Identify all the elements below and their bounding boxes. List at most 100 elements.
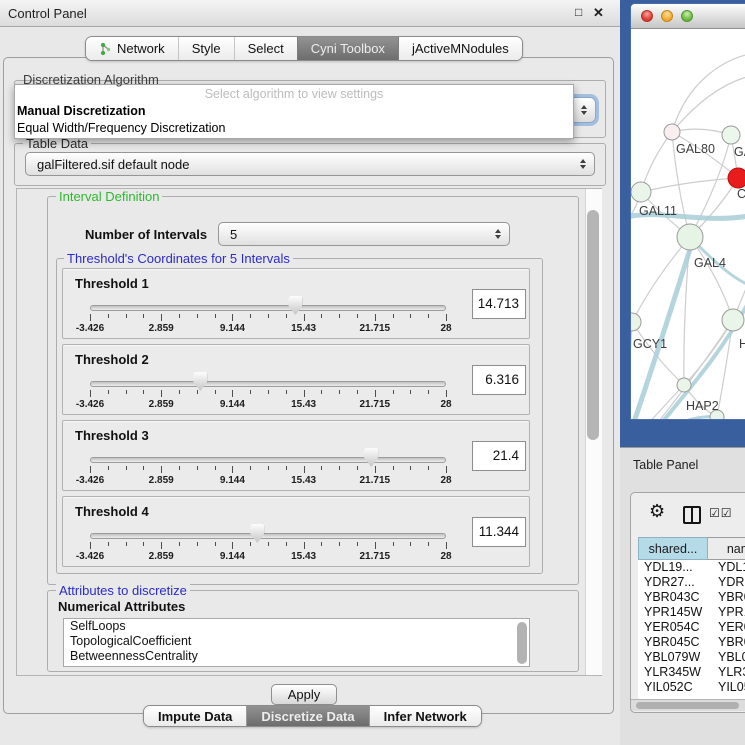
tick-mark (446, 542, 447, 549)
tab-cyni-toolbox[interactable]: Cyni Toolbox (297, 37, 398, 60)
slider-ticks (90, 542, 446, 551)
tick-mark (215, 390, 216, 394)
tick-label: 15.43 (291, 323, 316, 334)
tick-mark (108, 390, 109, 394)
combo-stepper-icon (495, 229, 501, 239)
threshold-2-slider-thumb[interactable] (193, 372, 207, 391)
table-row[interactable]: YIL052CYIL052C (638, 680, 745, 695)
table-data-combobox[interactable]: galFiltered.sif default node (25, 152, 595, 176)
tick-mark (268, 542, 269, 546)
popup-option-equal-width-frequency[interactable]: Equal Width/Frequency Discretization (15, 120, 573, 137)
network-window-titlebar[interactable] (631, 4, 745, 29)
list-scrollbar-thumb[interactable] (517, 622, 527, 664)
table-panel: Table Panel ⚙ ☑☑ shared... name YDL19...… (620, 447, 745, 745)
tick-mark (410, 390, 411, 394)
tab-label: Select (248, 41, 284, 56)
node-label-gal80: GAL80 (676, 142, 715, 156)
tick-mark (321, 314, 322, 318)
slider-tick-labels: -3.4262.8599.14415.4321.71528 (90, 399, 446, 411)
tab-discretize-data[interactable]: Discretize Data (246, 706, 368, 726)
tick-mark (232, 466, 233, 473)
network-view-window[interactable]: GAL80 GA GAL11 C GAL4 GCY1 H HAP2 (630, 3, 745, 420)
node-ga[interactable] (722, 126, 740, 144)
threshold-3-slider-track[interactable] (90, 457, 446, 463)
threshold-1-slider-thumb[interactable] (288, 296, 302, 315)
number-of-intervals-combobox[interactable]: 5 (218, 222, 510, 246)
tab-label: Style (192, 41, 221, 56)
node-gal80[interactable] (664, 124, 680, 140)
group-title: Attributes to discretize (56, 583, 190, 598)
vertical-scrollbar-thumb[interactable] (587, 210, 599, 440)
list-item[interactable]: BetweennessCentrality (64, 649, 529, 664)
tick-mark (393, 390, 394, 394)
node-gal4[interactable] (677, 224, 703, 250)
numerical-attributes-list: SelfLoops TopologicalCoefficient Between… (63, 618, 530, 667)
tick-mark (321, 466, 322, 470)
node-selected-red[interactable] (728, 168, 745, 188)
tick-mark (304, 466, 305, 473)
threshold-1-slider-track[interactable] (90, 305, 446, 311)
node-gal11[interactable] (631, 182, 651, 202)
threshold-2-value-field[interactable]: 6.316 (472, 365, 526, 395)
apply-button[interactable]: Apply (271, 684, 337, 705)
gear-icon[interactable]: ⚙ (649, 501, 665, 522)
threshold-4-value-field[interactable]: 11.344 (472, 517, 526, 547)
table-row[interactable]: YBR043CYBR043C (638, 590, 745, 605)
close-icon[interactable]: ✕ (593, 5, 604, 21)
threshold-3-value-field[interactable]: 21.4 (472, 441, 526, 471)
popup-option-manual-discretization[interactable]: Manual Discretization (15, 103, 573, 120)
tab-select[interactable]: Select (234, 37, 297, 60)
tab-impute-data[interactable]: Impute Data (144, 706, 246, 726)
tab-network[interactable]: Network (86, 37, 178, 60)
table-row[interactable]: YDL19...YDL19... (638, 560, 745, 575)
table-cell: YDL19... (708, 560, 745, 575)
tick-mark (143, 314, 144, 318)
checkbox-icons[interactable]: ☑☑ (709, 506, 733, 520)
horizontal-scrollbar-thumb[interactable] (636, 702, 739, 709)
tick-mark (339, 390, 340, 394)
float-window-icon[interactable]: □ (575, 5, 582, 19)
list-item[interactable]: SelfLoops (64, 619, 529, 634)
zoom-traffic-light-icon[interactable] (681, 10, 693, 22)
tick-mark (126, 466, 127, 470)
threshold-4-slider-track[interactable] (90, 533, 446, 539)
tick-mark (250, 390, 251, 394)
node-hap2[interactable] (677, 378, 691, 392)
threshold-4-slider-thumb[interactable] (250, 524, 264, 543)
table-row[interactable]: YBL079WYBL079W (638, 650, 745, 665)
table-row[interactable]: YPR145WYPR145W (638, 605, 745, 620)
minimize-traffic-light-icon[interactable] (661, 10, 673, 22)
close-traffic-light-icon[interactable] (641, 10, 653, 22)
column-header-shared-name[interactable]: shared... (638, 537, 708, 560)
network-canvas[interactable]: GAL80 GA GAL11 C GAL4 GCY1 H HAP2 (631, 29, 745, 419)
column-header-name[interactable]: name (708, 537, 745, 560)
threshold-2-slider-track[interactable] (90, 381, 446, 387)
tick-mark (143, 466, 144, 470)
threshold-1-value-field[interactable]: 14.713 (472, 289, 526, 319)
table-cell: YLR345W (708, 665, 745, 680)
control-panel-tabbar: Network Style Select Cyni Toolbox jActiv… (85, 36, 523, 61)
node-h[interactable] (722, 309, 744, 331)
tab-infer-network[interactable]: Infer Network (369, 706, 481, 726)
slider-tick-labels: -3.4262.8599.14415.4321.71528 (90, 475, 446, 487)
threshold-3-slider-thumb[interactable] (364, 448, 378, 467)
tick-label: 28 (440, 551, 451, 562)
node-gcy1[interactable] (631, 313, 641, 331)
tick-mark (393, 542, 394, 546)
tick-mark (357, 542, 358, 546)
tick-mark (375, 390, 376, 397)
table-row[interactable]: YER054CYER054C (638, 620, 745, 635)
tick-mark (446, 314, 447, 321)
tick-label: 9.144 (220, 399, 245, 410)
tick-mark (446, 466, 447, 473)
table-row[interactable]: YLR345WYLR345W (638, 665, 745, 680)
list-item[interactable]: TopologicalCoefficient (64, 634, 529, 649)
table-row[interactable]: YBR045CYBR045C (638, 635, 745, 650)
tab-jactivemnodules[interactable]: jActiveMNodules (398, 37, 522, 60)
tick-mark (197, 542, 198, 546)
table-row[interactable]: YDR27...YDR27... (638, 575, 745, 590)
split-columns-icon[interactable] (683, 506, 701, 524)
combo-value: 5 (230, 223, 237, 246)
tab-style[interactable]: Style (178, 37, 234, 60)
horizontal-scrollbar[interactable] (631, 699, 745, 711)
